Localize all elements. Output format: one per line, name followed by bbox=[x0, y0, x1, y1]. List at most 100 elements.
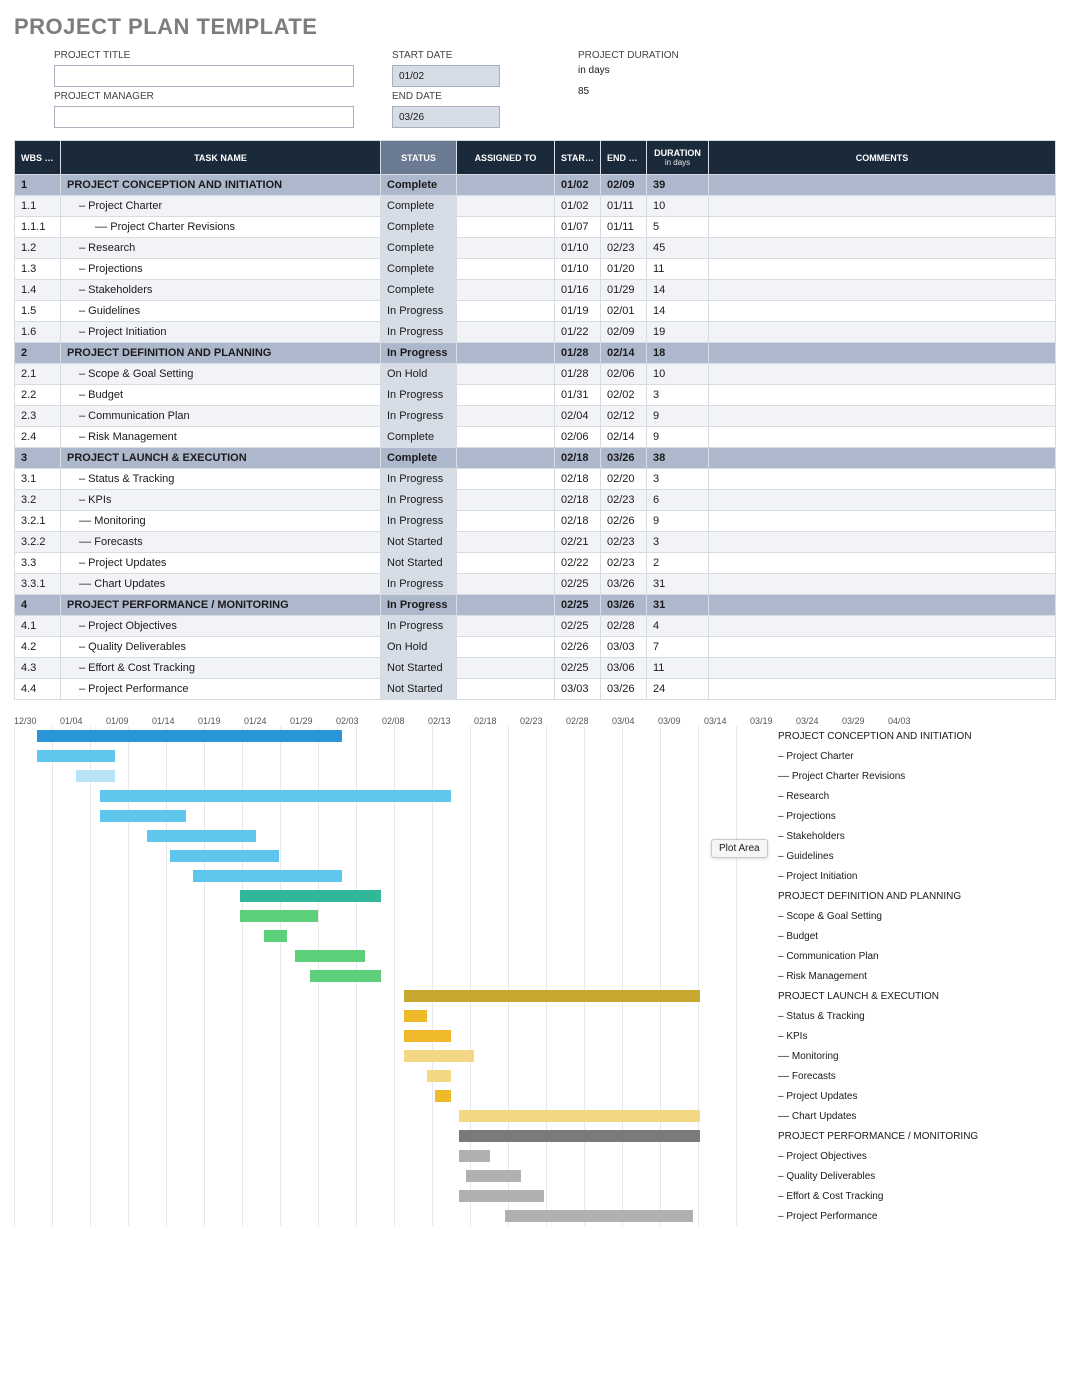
assigned-cell bbox=[457, 259, 555, 280]
end-cell: 02/14 bbox=[601, 343, 647, 364]
gantt-legend: PROJECT CONCEPTION AND INITIATION– Proje… bbox=[774, 726, 1056, 1226]
table-row: 2.4– Risk ManagementComplete02/0602/149 bbox=[15, 427, 1056, 448]
wbs-cell: 1.5 bbox=[15, 301, 61, 322]
duration-cell: 6 bbox=[647, 490, 709, 511]
duration-cell: 11 bbox=[647, 658, 709, 679]
gantt-row bbox=[14, 1006, 774, 1026]
project-title-input[interactable] bbox=[54, 65, 354, 87]
meta-block: PROJECT TITLE PROJECT MANAGER START DATE… bbox=[54, 50, 1056, 128]
assigned-cell bbox=[457, 532, 555, 553]
end-cell: 03/26 bbox=[601, 595, 647, 616]
end-cell: 02/26 bbox=[601, 511, 647, 532]
wbs-cell: 1.6 bbox=[15, 322, 61, 343]
gantt-row bbox=[14, 786, 774, 806]
plot-area-button[interactable]: Plot Area bbox=[711, 839, 768, 858]
wbs-cell: 3.2.2 bbox=[15, 532, 61, 553]
duration-label: PROJECT DURATION bbox=[578, 50, 679, 61]
end-cell: 03/26 bbox=[601, 448, 647, 469]
project-title-label: PROJECT TITLE bbox=[54, 50, 354, 61]
wbs-cell: 4.3 bbox=[15, 658, 61, 679]
gantt-row bbox=[14, 1186, 774, 1206]
comments-cell bbox=[709, 574, 1056, 595]
end-cell: 03/03 bbox=[601, 637, 647, 658]
start-cell: 02/18 bbox=[555, 490, 601, 511]
gantt-bar bbox=[37, 730, 341, 742]
end-cell: 02/09 bbox=[601, 175, 647, 196]
task-cell: – Stakeholders bbox=[61, 280, 381, 301]
wbs-cell: 2.1 bbox=[15, 364, 61, 385]
legend-item: – Project Initiation bbox=[774, 866, 1056, 886]
gantt-bar bbox=[435, 1090, 451, 1102]
wbs-cell: 1.4 bbox=[15, 280, 61, 301]
table-row: 1.1.1–– Project Charter RevisionsComplet… bbox=[15, 217, 1056, 238]
duration-unit: in days bbox=[578, 65, 679, 76]
end-cell: 02/23 bbox=[601, 238, 647, 259]
end-cell: 02/23 bbox=[601, 532, 647, 553]
wbs-cell: 2 bbox=[15, 343, 61, 364]
comments-cell bbox=[709, 616, 1056, 637]
comments-cell bbox=[709, 196, 1056, 217]
table-row: 4.1– Project ObjectivesIn Progress02/250… bbox=[15, 616, 1056, 637]
table-row: 4.3– Effort & Cost TrackingNot Started02… bbox=[15, 658, 1056, 679]
legend-item: – Budget bbox=[774, 926, 1056, 946]
table-row: 2PROJECT DEFINITION AND PLANNINGIn Progr… bbox=[15, 343, 1056, 364]
legend-item: – Guidelines bbox=[774, 846, 1056, 866]
project-manager-input[interactable] bbox=[54, 106, 354, 128]
assigned-cell bbox=[457, 364, 555, 385]
assigned-cell bbox=[457, 511, 555, 532]
duration-cell: 10 bbox=[647, 364, 709, 385]
task-cell: – Status & Tracking bbox=[61, 469, 381, 490]
duration-cell: 18 bbox=[647, 343, 709, 364]
table-row: 3PROJECT LAUNCH & EXECUTIONComplete02/18… bbox=[15, 448, 1056, 469]
status-cell: Complete bbox=[381, 427, 457, 448]
axis-tick: 02/28 bbox=[566, 716, 612, 726]
legend-item: – KPIs bbox=[774, 1026, 1056, 1046]
duration-cell: 9 bbox=[647, 406, 709, 427]
axis-tick: 03/29 bbox=[842, 716, 888, 726]
duration-cell: 7 bbox=[647, 637, 709, 658]
wbs-cell: 3.2 bbox=[15, 490, 61, 511]
assigned-cell bbox=[457, 469, 555, 490]
status-cell: Complete bbox=[381, 448, 457, 469]
comments-cell bbox=[709, 532, 1056, 553]
duration-cell: 19 bbox=[647, 322, 709, 343]
legend-item: PROJECT LAUNCH & EXECUTION bbox=[774, 986, 1056, 1006]
wbs-cell: 2.3 bbox=[15, 406, 61, 427]
assigned-cell bbox=[457, 301, 555, 322]
gantt-row bbox=[14, 1026, 774, 1046]
end-cell: 02/12 bbox=[601, 406, 647, 427]
comments-cell bbox=[709, 679, 1056, 700]
table-row: 4.2– Quality DeliverablesOn Hold02/2603/… bbox=[15, 637, 1056, 658]
task-cell: – Project Charter bbox=[61, 196, 381, 217]
start-cell: 02/25 bbox=[555, 616, 601, 637]
table-row: 1PROJECT CONCEPTION AND INITIATIONComple… bbox=[15, 175, 1056, 196]
assigned-cell bbox=[457, 406, 555, 427]
status-cell: In Progress bbox=[381, 406, 457, 427]
task-cell: – Project Performance bbox=[61, 679, 381, 700]
table-row: 3.1– Status & TrackingIn Progress02/1802… bbox=[15, 469, 1056, 490]
gantt-row bbox=[14, 826, 774, 846]
comments-cell bbox=[709, 637, 1056, 658]
comments-cell bbox=[709, 322, 1056, 343]
status-cell: Complete bbox=[381, 238, 457, 259]
end-cell: 01/11 bbox=[601, 196, 647, 217]
table-row: 1.6– Project InitiationIn Progress01/220… bbox=[15, 322, 1056, 343]
start-date-label: START DATE bbox=[392, 50, 500, 61]
gantt-row bbox=[14, 866, 774, 886]
gantt-row bbox=[14, 1066, 774, 1086]
duration-cell: 9 bbox=[647, 511, 709, 532]
start-cell: 02/18 bbox=[555, 469, 601, 490]
start-cell: 03/03 bbox=[555, 679, 601, 700]
start-cell: 02/25 bbox=[555, 658, 601, 679]
start-cell: 02/18 bbox=[555, 448, 601, 469]
status-cell: In Progress bbox=[381, 385, 457, 406]
task-cell: –– Project Charter Revisions bbox=[61, 217, 381, 238]
wbs-cell: 4 bbox=[15, 595, 61, 616]
comments-cell bbox=[709, 175, 1056, 196]
comments-cell bbox=[709, 658, 1056, 679]
duration-cell: 4 bbox=[647, 616, 709, 637]
col-assigned: ASSIGNED TO bbox=[457, 141, 555, 175]
end-cell: 02/23 bbox=[601, 490, 647, 511]
axis-tick: 04/03 bbox=[888, 716, 934, 726]
task-cell: – Quality Deliverables bbox=[61, 637, 381, 658]
